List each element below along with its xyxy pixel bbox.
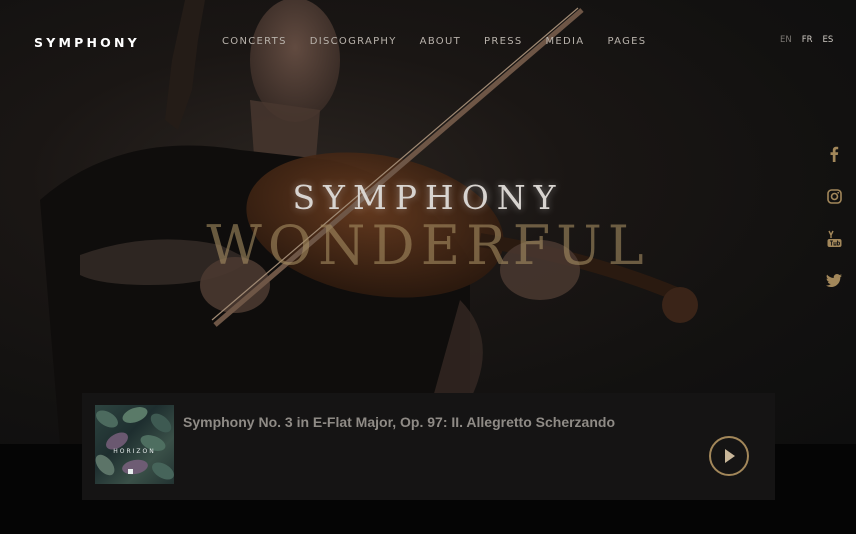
nav-item-media[interactable]: MEDIA: [546, 36, 585, 47]
play-icon: [725, 449, 735, 463]
nav-item-concerts[interactable]: CONCERTS: [222, 36, 287, 47]
lang-en[interactable]: EN: [780, 35, 792, 45]
language-switcher: EN FR ES: [780, 35, 843, 45]
hero-subtitle: WONDERFUL: [206, 214, 650, 277]
album-cover-title: HORIZON: [113, 448, 156, 455]
lang-fr[interactable]: FR: [802, 35, 813, 45]
play-button[interactable]: [709, 436, 749, 476]
facebook-icon[interactable]: [826, 146, 842, 162]
main-nav: CONCERTS DISCOGRAPHY ABOUT PRESS MEDIA P…: [222, 36, 669, 47]
lang-es[interactable]: ES: [823, 35, 834, 45]
nav-item-about[interactable]: ABOUT: [420, 36, 461, 47]
site-logo[interactable]: SYMPHONY: [34, 35, 140, 50]
track-title: Symphony No. 3 in E-Flat Major, Op. 97: …: [183, 414, 615, 430]
nav-item-press[interactable]: PRESS: [484, 36, 523, 47]
album-cover: HORIZON: [95, 405, 174, 484]
nav-item-pages[interactable]: PAGES: [607, 36, 646, 47]
nav-item-discography[interactable]: DISCOGRAPHY: [310, 36, 397, 47]
audio-player: HORIZON Symphony No. 3 in E-Flat Major, …: [82, 393, 775, 500]
hero-title: SYMPHONY: [292, 178, 564, 217]
